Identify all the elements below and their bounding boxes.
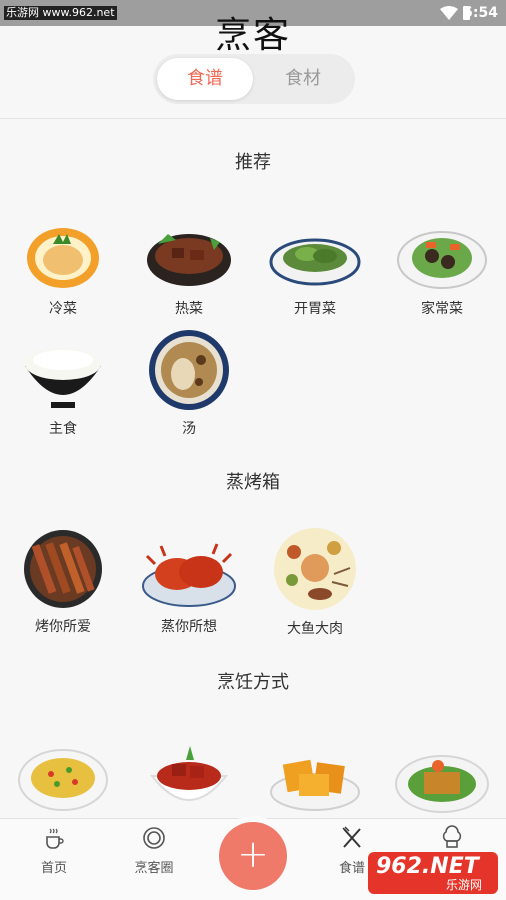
header-divider (0, 118, 506, 119)
category-hot-dish[interactable]: 热菜 (134, 222, 244, 318)
braised-pork-image (149, 746, 229, 801)
bake-image (24, 530, 102, 608)
method-item[interactable] (8, 740, 118, 812)
watermark-sub: 乐游网 (446, 878, 483, 892)
category-fish-meat[interactable]: 大鱼大肉 (260, 526, 370, 638)
category-label: 热菜 (175, 301, 203, 317)
tab-circle[interactable]: 烹客圈 (114, 825, 194, 876)
method-item[interactable] (134, 740, 244, 812)
steam-image (142, 543, 236, 607)
category-steam[interactable]: 蒸你所想 (134, 538, 244, 636)
category-label: 烤你所爱 (35, 619, 91, 635)
chef-hat-icon (442, 825, 462, 848)
home-style-image (397, 231, 487, 289)
category-staple[interactable]: 主食 (8, 340, 118, 438)
add-button[interactable]: + (219, 822, 287, 890)
category-appetizer[interactable]: 开胃菜 (260, 222, 370, 318)
category-label: 主食 (49, 421, 77, 437)
category-home-style[interactable]: 家常菜 (387, 222, 497, 318)
appetizer-image (269, 238, 361, 286)
category-label: 冷菜 (49, 301, 77, 317)
circle-icon (143, 827, 165, 849)
soup-image (149, 330, 229, 410)
app-title: 烹客 (214, 15, 291, 56)
category-label: 蒸你所想 (161, 619, 217, 635)
cold-dish-image (27, 228, 99, 288)
section-title-recommend: 推荐 (235, 152, 271, 173)
category-label: 家常菜 (421, 301, 463, 317)
staple-image (25, 348, 101, 408)
category-label: 开胃菜 (294, 301, 336, 317)
category-label: 汤 (182, 421, 196, 437)
tab-home-label: 首页 (40, 861, 67, 876)
tab-recipes-label: 食谱 (338, 861, 365, 876)
section-title-oven: 蒸烤箱 (226, 472, 280, 493)
fish-meat-image (274, 528, 356, 610)
fried-fish-image (395, 755, 489, 813)
fried-rice-image (18, 749, 108, 811)
toast-image (270, 759, 360, 811)
recipe-ingredient-switch: 食谱 食材 (153, 54, 355, 104)
site-watermark: 962.NET 乐游网 (368, 852, 498, 894)
section-title-method: 烹饪方式 (217, 672, 289, 693)
method-item[interactable] (260, 748, 370, 812)
method-item[interactable] (387, 744, 497, 814)
tab-recipes[interactable]: 食谱 (157, 58, 253, 100)
coffee-cup-icon (46, 828, 64, 849)
category-bake[interactable]: 烤你所爱 (8, 528, 118, 636)
tab-circle-label: 烹客圈 (134, 861, 174, 876)
fork-knife-icon (342, 826, 361, 848)
category-soup[interactable]: 汤 (134, 328, 244, 438)
tab-ingredients[interactable]: 食材 (255, 58, 351, 100)
hot-dish-image (147, 234, 231, 286)
category-label: 大鱼大肉 (287, 621, 343, 637)
category-cold-dish[interactable]: 冷菜 (8, 222, 118, 318)
tab-home[interactable]: 首页 (14, 825, 94, 876)
